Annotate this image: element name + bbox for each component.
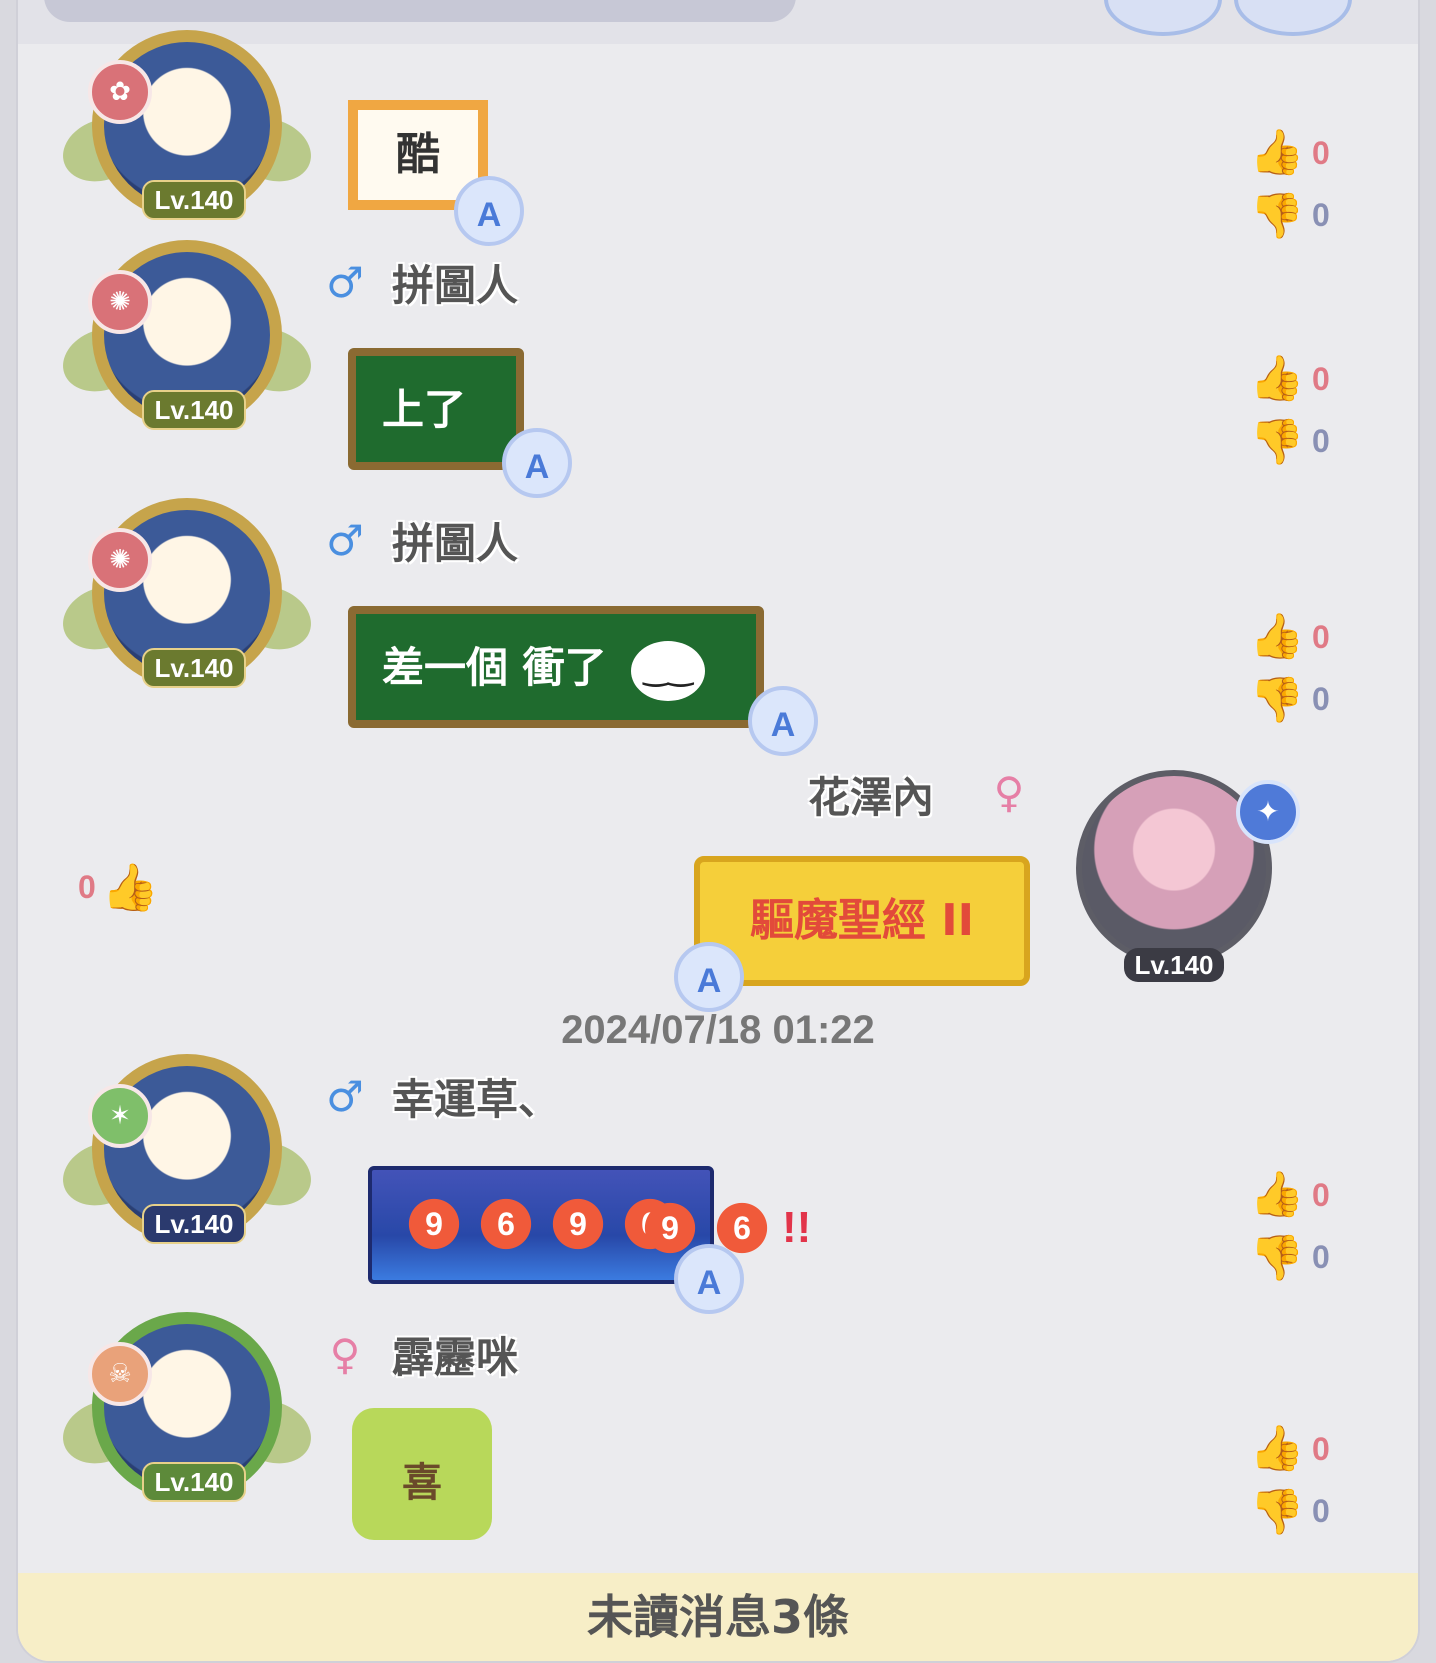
male-icon: ♂ bbox=[326, 258, 364, 307]
like-icon[interactable]: 👍 bbox=[1248, 128, 1306, 178]
exclaim: !! bbox=[782, 1203, 812, 1252]
auto-translate-icon[interactable]: A bbox=[674, 942, 744, 1012]
level-badge: Lv.140 bbox=[142, 648, 246, 688]
guild-icon: ✺ bbox=[88, 528, 152, 592]
like-icon[interactable]: 👍 bbox=[102, 860, 159, 915]
sender-name[interactable]: 拼圖人 bbox=[392, 510, 518, 571]
like-count: 0 bbox=[1312, 360, 1330, 397]
message-bubble[interactable]: 喜 bbox=[352, 1408, 492, 1540]
female-icon: ♀ bbox=[329, 1330, 361, 1379]
like-count: 0 bbox=[78, 869, 96, 905]
like-count: 0 bbox=[1312, 1430, 1330, 1467]
sender-name[interactable]: 霹靂咪 bbox=[392, 1324, 518, 1385]
avatar[interactable]: ✺ Lv.140 bbox=[54, 240, 320, 430]
like-icon[interactable]: 👍 bbox=[1248, 1424, 1306, 1474]
guild-icon: ✿ bbox=[88, 60, 152, 124]
auto-translate-icon[interactable]: A bbox=[748, 686, 818, 756]
guild-icon: ✺ bbox=[88, 270, 152, 334]
dislike-count: 0 bbox=[1312, 422, 1330, 459]
guild-icon: ✶ bbox=[88, 1084, 152, 1148]
sender-name[interactable]: 花澤內 bbox=[808, 764, 934, 825]
male-icon: ♂ bbox=[326, 516, 364, 565]
male-icon: ♂ bbox=[326, 1072, 364, 1121]
female-icon: ♀ bbox=[993, 768, 1025, 817]
digit: 9 bbox=[402, 1192, 466, 1256]
vote-box: 👍 0 👍 0 bbox=[1248, 1418, 1348, 1548]
like-icon[interactable]: 👍 bbox=[1248, 354, 1306, 404]
timestamp: 2024/07/18 01:22 bbox=[561, 1008, 875, 1052]
level-badge: Lv.140 bbox=[1124, 948, 1224, 982]
message-bubble[interactable]: 驅魔聖經 II bbox=[694, 856, 1030, 986]
dislike-count: 0 bbox=[1312, 1238, 1330, 1275]
vote-box: 👍 0 👍 0 bbox=[1248, 1164, 1348, 1294]
dislike-icon[interactable]: 👍 bbox=[1248, 416, 1306, 467]
settings-button[interactable] bbox=[1104, 0, 1222, 36]
dislike-icon[interactable]: 👍 bbox=[1248, 190, 1306, 241]
auto-translate-icon[interactable]: A bbox=[674, 1244, 744, 1314]
like-icon[interactable]: 👍 bbox=[1248, 612, 1306, 662]
class-badge-icon: ✦ bbox=[1236, 780, 1300, 844]
like-count: 0 bbox=[1312, 618, 1330, 655]
dislike-icon[interactable]: 👍 bbox=[1248, 674, 1306, 725]
channel-input[interactable] bbox=[44, 0, 796, 22]
guild-icon: ☠ bbox=[88, 1342, 152, 1406]
message-bubble[interactable]: 差一個 衝了 ‿‿ bbox=[348, 606, 764, 728]
like-icon[interactable]: 👍 bbox=[1248, 1170, 1306, 1220]
dislike-icon[interactable]: 👍 bbox=[1248, 1486, 1306, 1537]
avatar[interactable]: ✶ Lv.140 bbox=[54, 1054, 320, 1244]
digit: 9 bbox=[546, 1192, 610, 1256]
vote-box: 0 👍 bbox=[78, 860, 159, 915]
digit: 6 bbox=[474, 1192, 538, 1256]
vote-box: 👍 0 👍 0 bbox=[1248, 122, 1348, 252]
like-count: 0 bbox=[1312, 134, 1330, 171]
avatar[interactable]: ✿ Lv.140 bbox=[54, 30, 320, 220]
smirk-emoji-icon: ‿‿ bbox=[631, 640, 706, 701]
sender-name[interactable]: 拼圖人 bbox=[392, 252, 518, 313]
unread-messages-banner[interactable]: 未讀消息3條 bbox=[18, 1573, 1418, 1661]
auto-translate-icon[interactable]: A bbox=[502, 428, 572, 498]
level-badge: Lv.140 bbox=[142, 1204, 246, 1244]
dislike-count: 0 bbox=[1312, 680, 1330, 717]
level-badge: Lv.140 bbox=[142, 390, 246, 430]
avatar[interactable]: ☠ Lv.140 bbox=[54, 1312, 320, 1502]
like-count: 0 bbox=[1312, 1176, 1330, 1213]
message-bubble[interactable]: 上了 bbox=[348, 348, 524, 470]
level-badge: Lv.140 bbox=[142, 1462, 246, 1502]
vote-box: 👍 0 👍 0 bbox=[1248, 606, 1348, 736]
chat-panel: ✿ Lv.140 酷 A 👍 0 👍 0 ✺ Lv.140 ♂ 拼圖人 上了 A 👍… bbox=[16, 0, 1420, 1663]
avatar[interactable]: ✦ Lv.140 bbox=[1076, 770, 1300, 982]
auto-translate-icon[interactable]: A bbox=[454, 176, 524, 246]
level-badge: Lv.140 bbox=[142, 180, 246, 220]
emoji-button[interactable] bbox=[1234, 0, 1352, 36]
dislike-icon[interactable]: 👍 bbox=[1248, 1232, 1306, 1283]
avatar[interactable]: ✺ Lv.140 bbox=[54, 498, 320, 688]
sender-name[interactable]: 幸運草、 bbox=[392, 1066, 560, 1127]
vote-box: 👍 0 👍 0 bbox=[1248, 348, 1348, 478]
dislike-count: 0 bbox=[1312, 1492, 1330, 1529]
message-text: 差一個 衝了 bbox=[382, 643, 607, 692]
dislike-count: 0 bbox=[1312, 196, 1330, 233]
